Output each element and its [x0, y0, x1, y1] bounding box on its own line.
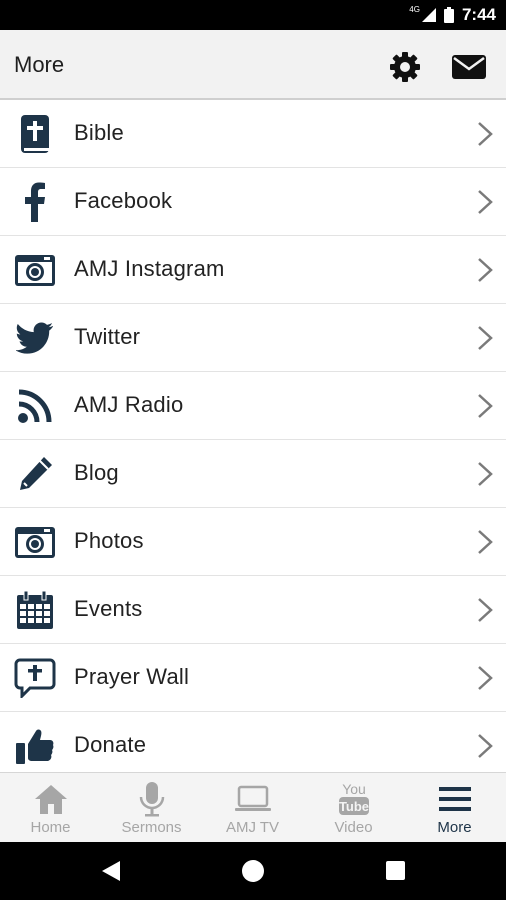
menu-item-label: Photos [74, 528, 144, 553]
menu-item-twitter[interactable]: Twitter [0, 304, 506, 372]
chevron-right-icon [478, 462, 493, 486]
menu-item-label: Events [74, 596, 143, 621]
menu-item-photos[interactable]: Photos [0, 508, 506, 576]
menu-item-amj-instagram[interactable]: AMJ Instagram [0, 236, 506, 304]
status-bar: 4G 7:44 [0, 0, 506, 30]
prayer-bubble-icon [14, 658, 56, 698]
home-circle-icon[interactable] [242, 860, 264, 882]
page-title: More [14, 52, 65, 77]
tab-label: Video [334, 819, 373, 836]
home-icon [31, 781, 71, 817]
menu-item-prayer-wall[interactable]: Prayer Wall [0, 644, 506, 712]
menu-item-label: Donate [74, 732, 147, 757]
laptop-icon [233, 781, 273, 817]
rss-icon [14, 386, 56, 426]
menu-item-donate[interactable]: Donate [0, 712, 506, 772]
tab-amj-tv[interactable]: AMJ TV [202, 773, 303, 843]
youtube-icon: You Tube [334, 781, 374, 817]
chevron-right-icon [478, 666, 493, 690]
menu-item-label: Facebook [74, 188, 173, 213]
bottom-tab-bar: Home Sermons AMJ TV You Tube Video More [0, 772, 506, 842]
menu-item-events[interactable]: Events [0, 576, 506, 644]
tab-label: Sermons [121, 819, 182, 836]
microphone-icon [132, 781, 172, 817]
battery-icon [443, 7, 454, 23]
tab-label: AMJ TV [225, 819, 280, 836]
chevron-right-icon [478, 258, 493, 282]
mail-icon[interactable] [450, 50, 488, 84]
back-icon[interactable] [100, 860, 122, 882]
pencil-icon [14, 454, 56, 494]
recent-apps-icon[interactable] [386, 861, 405, 880]
chevron-right-icon [478, 530, 493, 554]
menu-item-label: Twitter [74, 324, 141, 349]
menu-item-label: Blog [74, 460, 119, 485]
tab-home[interactable]: Home [0, 773, 101, 843]
menu-icon [435, 781, 475, 817]
signal-icon [421, 8, 436, 22]
menu-item-facebook[interactable]: Facebook [0, 168, 506, 236]
bible-icon [14, 114, 56, 154]
thumbs-up-icon [14, 726, 56, 766]
network-type: 4G [409, 4, 420, 14]
menu-item-label: Prayer Wall [74, 664, 190, 689]
chevron-right-icon [478, 190, 493, 214]
menu-item-amj-radio[interactable]: AMJ Radio [0, 372, 506, 440]
camera-icon [14, 522, 56, 562]
camera-icon [14, 250, 56, 290]
chevron-right-icon [478, 394, 493, 418]
twitter-icon [14, 318, 56, 358]
menu-item-label: Bible [74, 120, 124, 145]
tab-label: More [437, 819, 472, 836]
youtube-tube-text: Tube [338, 799, 368, 814]
chevron-right-icon [478, 734, 493, 758]
menu-list: Bible Facebook AMJ Instagram Twitter AMJ… [0, 100, 506, 772]
menu-item-bible[interactable]: Bible [0, 100, 506, 168]
chevron-right-icon [478, 326, 493, 350]
app-bar: More [0, 30, 506, 100]
calendar-icon [14, 590, 56, 630]
chevron-right-icon [478, 598, 493, 622]
tab-sermons[interactable]: Sermons [101, 773, 202, 843]
menu-item-blog[interactable]: Blog [0, 440, 506, 508]
clock: 7:44 [461, 5, 496, 24]
youtube-you-text: You [342, 781, 366, 797]
system-nav-bar [0, 842, 506, 900]
tab-label: Home [30, 819, 71, 836]
chevron-right-icon [478, 122, 493, 146]
settings-gear-icon[interactable] [388, 50, 422, 84]
facebook-icon [14, 182, 56, 222]
menu-item-label: AMJ Instagram [74, 256, 225, 281]
menu-item-label: AMJ Radio [74, 392, 184, 417]
tab-video[interactable]: You Tube Video [303, 773, 404, 843]
tab-more[interactable]: More [404, 773, 505, 843]
